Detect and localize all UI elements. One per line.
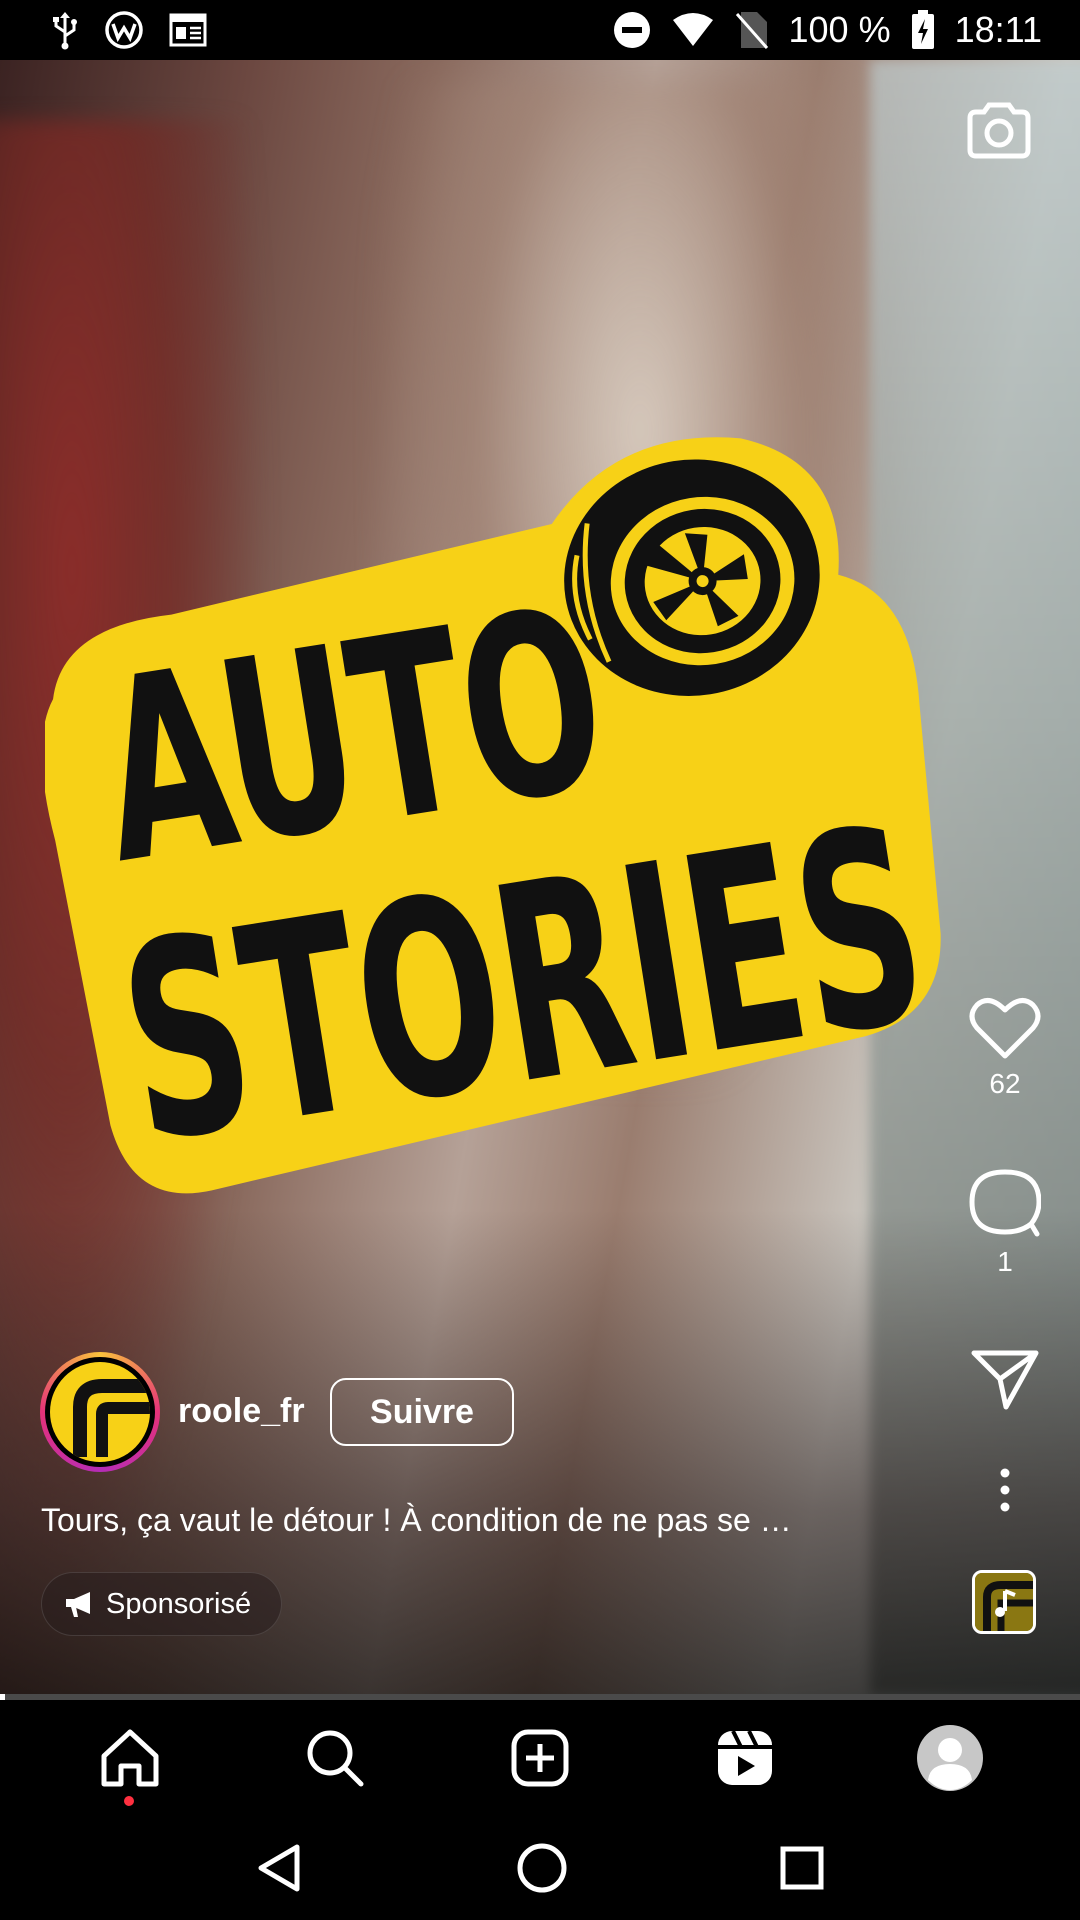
- comment-action: 1: [960, 1168, 1050, 1278]
- comments-count[interactable]: 1: [997, 1246, 1013, 1278]
- create-icon: [511, 1729, 569, 1787]
- notification-dot: [124, 1796, 135, 1806]
- home-circle-icon[interactable]: [516, 1842, 568, 1894]
- news-icon: [169, 13, 207, 47]
- reels-icon: [717, 1730, 772, 1785]
- nav-profile[interactable]: [900, 1708, 1000, 1808]
- account-avatar[interactable]: [40, 1352, 160, 1472]
- follow-button[interactable]: Suivre: [330, 1378, 514, 1446]
- nav-reels[interactable]: [695, 1708, 795, 1808]
- status-left-icons: [50, 10, 208, 50]
- recents-icon[interactable]: [779, 1845, 825, 1891]
- share-action: [960, 1347, 1050, 1411]
- wifi-icon: [672, 13, 713, 46]
- home-icon: [101, 1729, 159, 1787]
- likes-count[interactable]: 62: [989, 1068, 1020, 1100]
- status-bar: 100 % 18:11: [0, 0, 1080, 60]
- battery-charging-icon: [911, 10, 934, 49]
- roole-logo-icon: [50, 1362, 150, 1462]
- clock: 18:11: [954, 9, 1042, 50]
- heart-icon[interactable]: [969, 996, 1041, 1060]
- bottom-navigation: [0, 1700, 1080, 1816]
- sponsored-badge[interactable]: Sponsorisé: [41, 1572, 283, 1636]
- battery-percent: 100 %: [788, 9, 891, 50]
- audio-thumbnail[interactable]: [972, 1570, 1036, 1634]
- more-vertical-icon[interactable]: [995, 1466, 1015, 1516]
- vpn-icon: [105, 11, 143, 49]
- nav-home[interactable]: [80, 1708, 180, 1808]
- comment-icon[interactable]: [969, 1168, 1041, 1238]
- camera-icon[interactable]: [964, 102, 1034, 162]
- avatar-inner: [45, 1357, 155, 1467]
- nav-create[interactable]: [490, 1708, 590, 1808]
- nav-search[interactable]: [285, 1708, 385, 1808]
- share-icon[interactable]: [970, 1347, 1040, 1411]
- no-sim-icon: [735, 12, 768, 49]
- auto-stories-logo: AUTO STORIES: [45, 437, 943, 1204]
- system-navigation: [0, 1816, 1080, 1920]
- like-action: 62: [960, 996, 1050, 1100]
- more-action: [960, 1466, 1050, 1516]
- search-icon: [307, 1730, 364, 1787]
- usb-icon: [53, 12, 77, 50]
- do-not-disturb-icon: [613, 12, 650, 48]
- megaphone-icon: [66, 1592, 90, 1617]
- reel-caption[interactable]: Tours, ça vaut le détour ! À condition d…: [41, 1502, 941, 1539]
- account-username[interactable]: roole_fr: [178, 1392, 305, 1431]
- sponsored-label: Sponsorisé: [106, 1587, 252, 1620]
- status-right-icons: 100 % 18:11: [613, 9, 1042, 51]
- profile-avatar: [916, 1725, 983, 1791]
- back-icon[interactable]: [255, 1843, 305, 1893]
- music-note-icon: [975, 1573, 1033, 1631]
